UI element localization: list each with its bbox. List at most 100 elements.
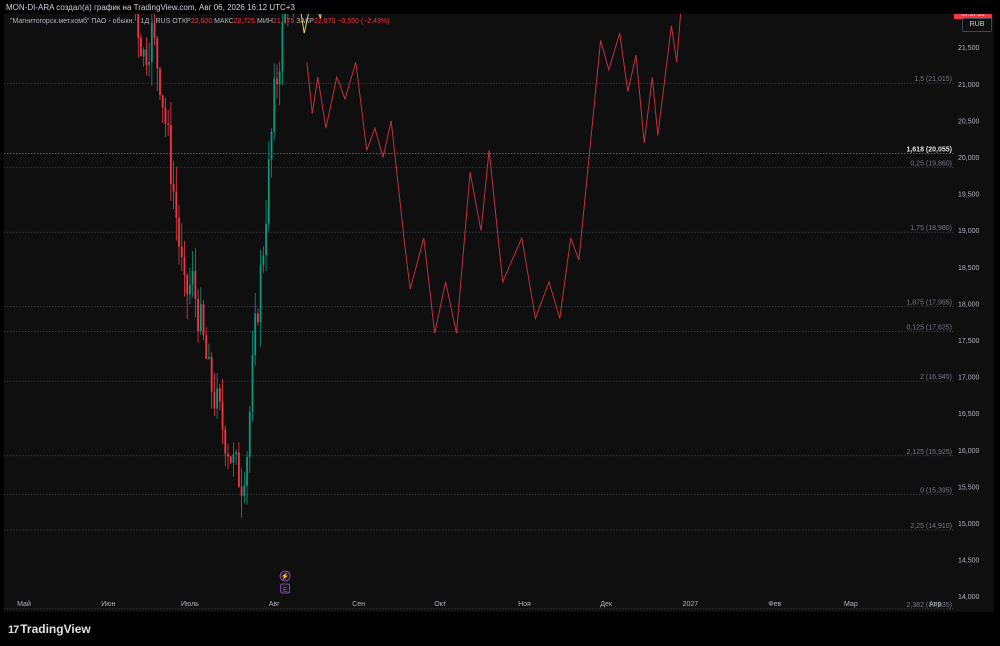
time-tick-label: Ноя [518,601,531,608]
snapshot-header: MON-DI-ARA создал(а) график на TradingVi… [6,3,295,12]
candle-body [180,246,183,258]
price-tick-label: 18,500 [958,265,980,272]
tradingview-snapshot: MON-DI-ARA создал(а) график на TradingVi… [0,0,1000,646]
time-tick-label: Апр [929,601,941,608]
candle-body [156,38,159,69]
fib-label: 2 (16,945) [920,374,952,381]
candle-body [235,452,238,455]
price-tick-label: 20,000 [958,155,980,162]
price-tick-label: 15,000 [958,521,980,528]
price-axis[interactable]: 13,50014,00014,50015,00015,50016,00016,5… [958,9,980,638]
candle-body [191,270,194,285]
low-value: 21,775 [272,18,295,25]
close-value: 22,070 [313,18,336,25]
fib-label: 0 (15,395) [920,488,952,495]
candle-body [161,95,164,108]
candle-body [150,22,153,62]
fib-label: 2,125 (15,925) [906,449,952,456]
currency-button[interactable]: RUB [962,18,992,32]
price-tick-label: 16,500 [958,411,980,418]
candle-body [246,457,248,486]
projection-paths [298,0,683,334]
candle-body [257,313,259,323]
time-tick-label: Июн [101,601,115,608]
candle-body [262,255,265,265]
candle-body [265,223,267,256]
time-tick-label: Мар [844,601,858,608]
candle-body [248,411,251,458]
price-tick-label: 19,000 [958,228,980,235]
price-tick-label: 17,000 [958,375,980,382]
candle-body [243,485,246,496]
candle-body [169,125,172,184]
high-label: МАКС [214,18,234,25]
price-tick-label: 17,500 [958,338,980,345]
price-tick-label: 14,500 [958,558,980,565]
close-label: ЗАКР [296,18,314,25]
projection-red-path [306,0,683,334]
candle-body [202,304,205,336]
candle-body [224,429,227,454]
symbol-name: "Магнитогорск.мет.комб" ПАО - обыкн. · 1… [10,18,171,25]
candle-body [259,264,262,323]
time-tick-label: Июль [181,601,199,608]
lightning-icon-glyph: ⚡ [281,572,290,581]
fib-label: 1,75 (18,980) [910,225,952,232]
candle-body [148,61,151,65]
candle-body [273,78,276,132]
candle-body [229,456,232,463]
candle-body [189,284,191,295]
price-chart[interactable]: 0,75 (28,790)0,618 (28,200)0,75 (27,125)… [4,0,994,638]
fib-label: 2,25 (14,910) [910,523,952,530]
candle-body [227,453,229,457]
candle-body [178,217,180,247]
candle-body [205,335,208,359]
time-axis[interactable]: Май Июн Июль Авг Сен Окт Ноя Дек 2027 Фев Мар Апр [17,600,941,608]
candle-body [167,123,170,126]
candle-body [175,191,178,218]
earnings-icon-glyph: E [283,587,288,594]
candle-body [237,452,240,487]
candle-body [213,391,216,409]
candle-body [194,270,197,300]
price-tick-label: 15,500 [958,484,980,491]
candle-body [270,131,273,160]
fib-levels: 0,75 (28,790)0,618 (28,200)0,75 (27,125)… [4,6,954,610]
candle-body [197,299,199,331]
candle-body [221,401,224,430]
candle-body [208,356,210,359]
open-value: 22,600 [190,18,213,25]
candle-body [186,275,189,295]
candle-body [254,313,257,356]
fib-label: 1,618 (20,055) [906,146,952,153]
price-tick-label: 16,000 [958,448,980,455]
candle-body [172,183,175,192]
candle-body [183,257,186,276]
candle-body [140,37,142,57]
price-tick-label: 21,000 [958,82,980,89]
chart-area[interactable]: 0,75 (28,790)0,618 (28,200)0,75 (27,125)… [4,0,994,638]
candles [134,0,295,518]
tv-logo-icon: 17 [8,624,19,636]
time-tick-label: 2027 [683,601,699,608]
time-tick-label: Май [17,600,31,608]
high-value: 22,725 [233,18,256,25]
brand-name: TradingView [20,622,91,636]
price-tick-label: 19,500 [958,192,980,199]
time-tick-label: Окт [434,601,447,608]
candle-body [251,355,254,412]
candle-body [281,22,284,72]
event-markers: ⚡E [279,570,291,594]
tradingview-logo[interactable]: 17 TradingView [8,622,91,636]
candle-body [278,71,281,85]
candle-body [142,49,145,57]
price-tick-label: 18,000 [958,301,980,308]
candle-body [232,454,235,463]
price-tick-label: 21,500 [958,45,980,52]
fib-label: 0,25 (19,860) [910,161,952,168]
fib-label: 1,875 (17,965) [906,299,952,306]
time-tick-label: Фев [768,601,781,608]
time-tick-label: Сен [352,601,365,608]
candle-body [159,68,161,96]
candle-body [276,78,278,85]
